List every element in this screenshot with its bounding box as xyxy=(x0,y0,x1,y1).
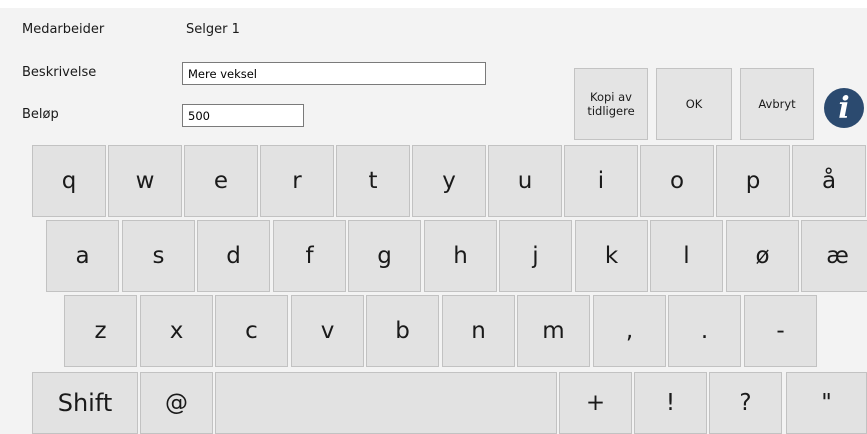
description-field[interactable] xyxy=(182,62,486,85)
amount-field[interactable] xyxy=(182,104,304,127)
key-row1-4[interactable]: t xyxy=(336,145,410,217)
info-icon[interactable]: i xyxy=(824,88,864,128)
cancel-button[interactable]: Avbryt xyxy=(740,68,814,140)
key-row2-8[interactable]: l xyxy=(650,220,723,292)
copy-previous-button[interactable]: Kopi av tidligere xyxy=(574,68,648,140)
shift-key[interactable]: Shift xyxy=(32,372,138,434)
key-row3-7[interactable]: , xyxy=(593,295,666,367)
ok-button[interactable]: OK xyxy=(656,68,732,140)
key-row2-1[interactable]: s xyxy=(122,220,195,292)
plus-key[interactable]: + xyxy=(559,372,632,434)
key-row3-5[interactable]: n xyxy=(442,295,515,367)
employee-label: Medarbeider xyxy=(22,22,105,37)
sales-dialog: Medarbeider Selger 1 Beskrivelse Beløp K… xyxy=(0,8,867,434)
key-row1-2[interactable]: e xyxy=(184,145,258,217)
key-row3-0[interactable]: z xyxy=(64,295,137,367)
key-row2-5[interactable]: h xyxy=(424,220,497,292)
key-row3-1[interactable]: x xyxy=(140,295,213,367)
key-row3-3[interactable]: v xyxy=(291,295,364,367)
key-row3-8[interactable]: . xyxy=(668,295,741,367)
key-row1-0[interactable]: q xyxy=(32,145,106,217)
key-row3-9[interactable]: - xyxy=(744,295,817,367)
key-row1-6[interactable]: u xyxy=(488,145,562,217)
key-row2-3[interactable]: f xyxy=(273,220,346,292)
key-row3-6[interactable]: m xyxy=(517,295,590,367)
key-row2-6[interactable]: j xyxy=(499,220,572,292)
employee-value: Selger 1 xyxy=(186,22,240,37)
key-row3-2[interactable]: c xyxy=(215,295,288,367)
key-row2-4[interactable]: g xyxy=(348,220,421,292)
key-row1-3[interactable]: r xyxy=(260,145,334,217)
amount-label: Beløp xyxy=(22,107,59,122)
key-row2-7[interactable]: k xyxy=(575,220,648,292)
key-row2-2[interactable]: d xyxy=(197,220,270,292)
ok-label: OK xyxy=(685,97,703,111)
key-row1-1[interactable]: w xyxy=(108,145,182,217)
question-key[interactable]: ? xyxy=(709,372,782,434)
at-key[interactable]: @ xyxy=(140,372,213,434)
cancel-label: Avbryt xyxy=(758,97,796,111)
description-label: Beskrivelse xyxy=(22,65,97,80)
space-key[interactable] xyxy=(215,372,557,434)
key-row3-4[interactable]: b xyxy=(366,295,439,367)
copy-previous-label: Kopi av tidligere xyxy=(587,90,635,118)
key-row1-8[interactable]: o xyxy=(640,145,714,217)
key-row1-10[interactable]: å xyxy=(792,145,866,217)
key-row2-10[interactable]: æ xyxy=(801,220,867,292)
key-row1-5[interactable]: y xyxy=(412,145,486,217)
key-row1-7[interactable]: i xyxy=(564,145,638,217)
quote-key[interactable]: " xyxy=(786,372,867,434)
exclamation-key[interactable]: ! xyxy=(634,372,707,434)
key-row2-0[interactable]: a xyxy=(46,220,119,292)
key-row1-9[interactable]: p xyxy=(716,145,790,217)
key-row2-9[interactable]: ø xyxy=(726,220,799,292)
